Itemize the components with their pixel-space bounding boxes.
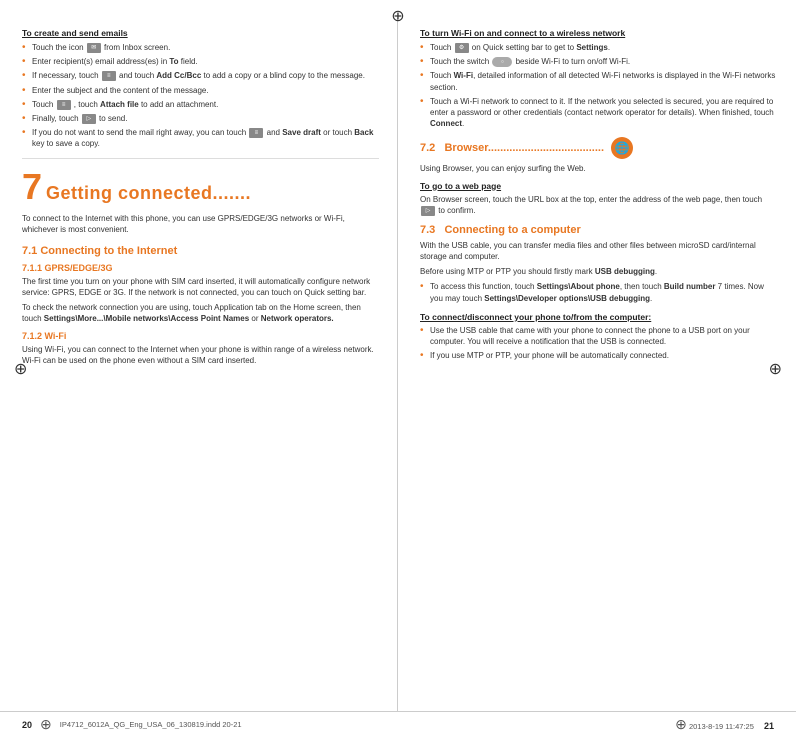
compass-top-icon: ⊕	[391, 6, 404, 26]
wifi-bullet-3: Touch Wi-Fi, detailed information of all…	[420, 70, 778, 92]
browser-icon: 🌐	[611, 137, 633, 159]
wifi-bullet-4: Touch a Wi-Fi network to connect to it. …	[420, 96, 778, 130]
footer-compass-icon: ⊕	[40, 716, 52, 733]
chapter-block: 7 Getting connected.......	[22, 169, 379, 205]
attach-icon: ≡	[57, 100, 71, 110]
section-7-3-text2: Before using MTP or PTP you should first…	[420, 266, 778, 277]
webpage-subheading: To go to a web page	[420, 181, 778, 191]
email-bullet-6: Finally, touch ▷ to send.	[22, 113, 379, 124]
email-bullet-2: Enter recipient(s) email address(es) in …	[22, 56, 379, 67]
email-bullet-list: Touch the icon ✉ from Inbox screen. Ente…	[22, 42, 379, 150]
section-7-3-title: 7.3 Connecting to a computer	[420, 224, 778, 236]
page-number-right: 21	[764, 721, 774, 731]
section-7-3-text1: With the USB cable, you can transfer med…	[420, 240, 778, 262]
chapter-title: Getting connected.......	[46, 183, 251, 204]
page-container: ⊕ ⊕ ⊕ To create and send emails Touch th…	[0, 0, 796, 737]
chapter-number: 7	[22, 169, 42, 205]
connect-bullet-list: Use the USB cable that came with your ph…	[420, 325, 778, 362]
connect-heading: To connect/disconnect your phone to/from…	[420, 312, 778, 322]
email-bullet-5: Touch ≡ , touch Attach file to add an at…	[22, 99, 379, 110]
subsection-7-1-2-title: 7.1.2 Wi-Fi	[22, 331, 379, 341]
right-column: To turn Wi-Fi on and connect to a wirele…	[398, 18, 796, 711]
subsection-7-1-1-text1: The first time you turn on your phone wi…	[22, 276, 379, 298]
section-7-1-title: 7.1 Connecting to the Internet	[22, 245, 379, 257]
subsection-7-1-1-title: 7.1.1 GPRS/EDGE/3G	[22, 263, 379, 273]
footer-compass-right-icon: ⊕	[675, 716, 687, 732]
confirm-icon: ▷	[421, 206, 435, 216]
divider-1	[22, 158, 379, 159]
footer-timestamp: 2013-8-19 11:47:25	[689, 722, 754, 731]
email-bullet-1: Touch the icon ✉ from Inbox screen.	[22, 42, 379, 53]
computer-bullet-1: To access this function, touch Settings\…	[420, 281, 778, 303]
left-column: To create and send emails Touch the icon…	[0, 18, 398, 711]
footer-bar: 20 ⊕ IP4712_6012A_QG_Eng_USA_06_130819.i…	[0, 711, 796, 737]
compass-right-icon: ⊕	[769, 359, 782, 379]
subsection-7-1-2-text: Using Wi-Fi, you can connect to the Inte…	[22, 344, 379, 366]
menu-icon: ≡	[102, 71, 116, 81]
page-number-left: 20	[22, 720, 32, 730]
subsection-7-1-1-text2: To check the network connection you are …	[22, 302, 379, 324]
email-bullet-4: Enter the subject and the content of the…	[22, 85, 379, 96]
wifi-toggle-icon: ○	[492, 57, 512, 67]
menu2-icon: ≡	[249, 128, 263, 138]
footer-right: ⊕ 2013-8-19 11:47:25 21	[675, 716, 774, 733]
section-7-2-title: 7.2 Browser.............................…	[420, 142, 607, 154]
wifi-heading: To turn Wi-Fi on and connect to a wirele…	[420, 28, 778, 38]
footer-filename: IP4712_6012A_QG_Eng_USA_06_130819.indd 2…	[60, 720, 242, 729]
footer-left: 20 ⊕ IP4712_6012A_QG_Eng_USA_06_130819.i…	[22, 716, 242, 733]
wifi-bullet-1: Touch ⚙ on Quick setting bar to get to S…	[420, 42, 778, 53]
chapter-description: To connect to the Internet with this pho…	[22, 213, 379, 235]
connect-bullet-1: Use the USB cable that came with your ph…	[420, 325, 778, 347]
email-heading: To create and send emails	[22, 28, 379, 38]
send-icon: ▷	[82, 114, 96, 124]
section-7-2-text2: On Browser screen, touch the URL box at …	[420, 194, 778, 216]
wifi-bullet-list: Touch ⚙ on Quick setting bar to get to S…	[420, 42, 778, 129]
section-7-2-row: 7.2 Browser.............................…	[420, 137, 778, 159]
wifi-bullet-2: Touch the switch ○ beside Wi-Fi to turn …	[420, 56, 778, 67]
settings-icon: ⚙	[455, 43, 469, 53]
email-bullet-3: If necessary, touch ≡ and touch Add Cc/B…	[22, 70, 379, 81]
compass-left-icon: ⊕	[14, 359, 27, 379]
email-bullet-7: If you do not want to send the mail righ…	[22, 127, 379, 149]
inbox-icon: ✉	[87, 43, 101, 53]
content-area: To create and send emails Touch the icon…	[0, 0, 796, 711]
connect-bullet-2: If you use MTP or PTP, your phone will b…	[420, 350, 778, 361]
section-7-2-text1: Using Browser, you can enjoy surfing the…	[420, 163, 778, 174]
computer-bullet-list: To access this function, touch Settings\…	[420, 281, 778, 303]
